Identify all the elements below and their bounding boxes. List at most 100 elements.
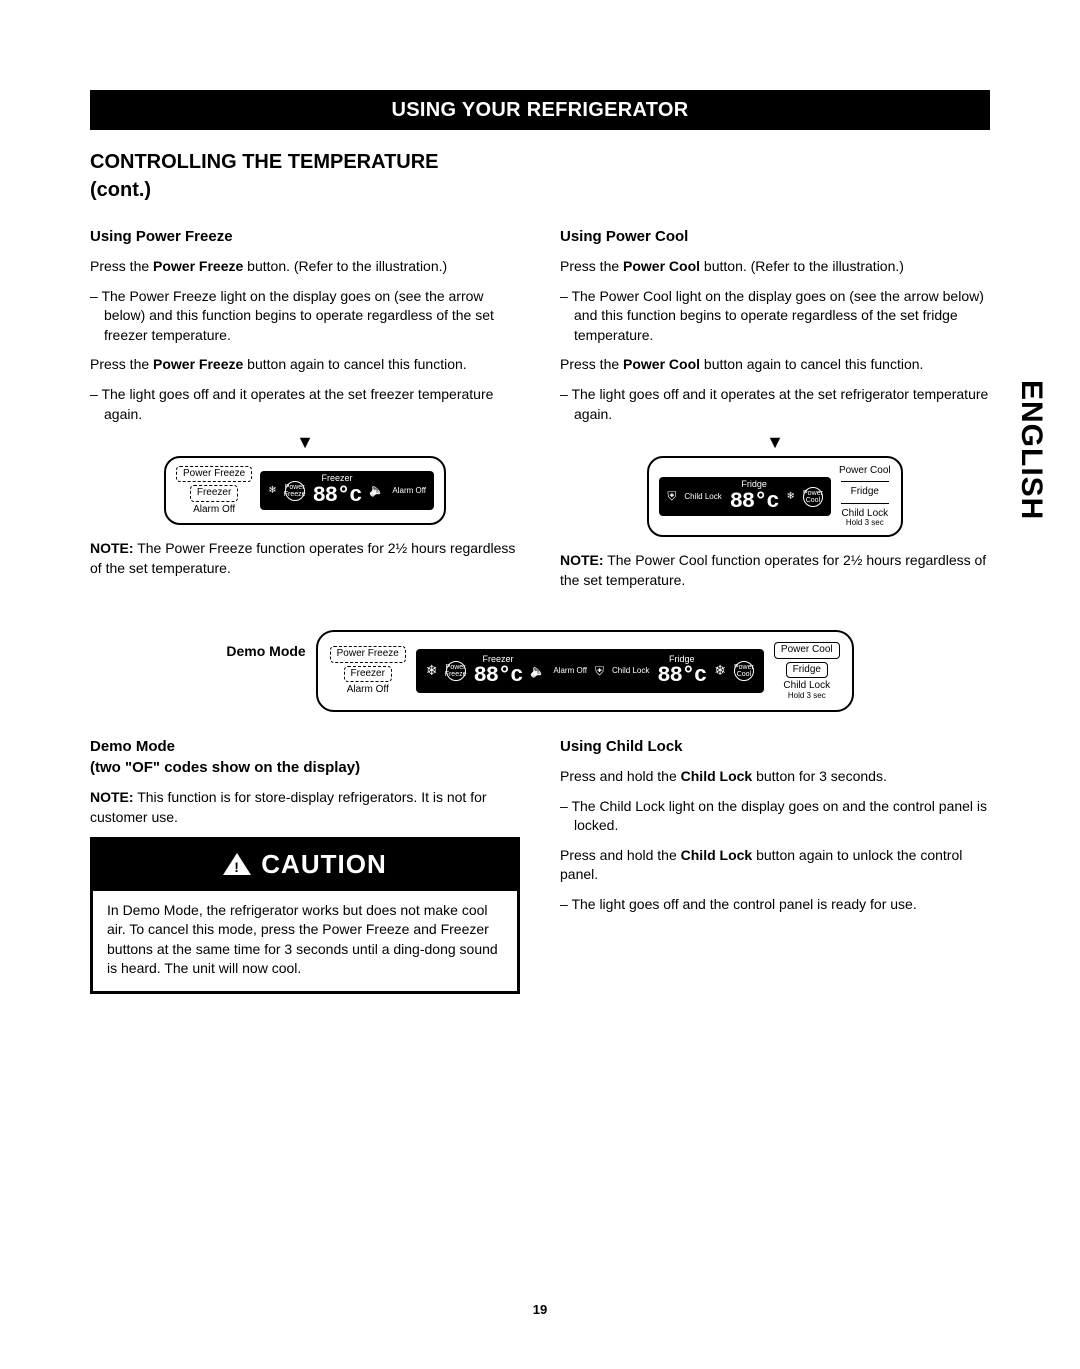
child-lock-p2: Press and hold the Child Lock button aga… [560,846,990,885]
power-cool-p2: Press the Power Cool button again to can… [560,355,990,375]
text: Press the [90,258,153,274]
freeze-panel-display: Power Freeze Freezer 88°c Alarm Off [260,471,434,510]
note-body: This function is for store-display refri… [90,789,487,825]
snowflake-icon [787,490,795,504]
section-banner: USING YOUR REFRIGERATOR [90,90,990,130]
note-body: The Power Freeze function operates for 2… [90,540,515,576]
text-bold: Power Freeze [153,356,243,372]
panel-btn-freezer: Freezer [344,666,392,683]
snowflake-icon [714,661,726,681]
main-heading: CONTROLLING THE TEMPERATURE (cont.) [90,148,990,204]
seven-segment: 88°c [313,484,362,507]
language-tab: ENGLISH [1010,380,1052,520]
page-number: 19 [0,1301,1080,1319]
text: button. (Refer to the illustration.) [243,258,447,274]
seven-segment: 88°c [474,664,523,687]
main-heading-line1: CONTROLLING THE TEMPERATURE [90,151,439,173]
text: Press the [560,356,623,372]
caution-title: CAUTION [261,846,386,882]
text: Press the [90,356,153,372]
arrow-down-icon: ▼ [296,432,314,452]
text: Demo Mode [90,738,175,755]
panel-btn-fridge: Fridge [851,487,879,498]
demo-panel-illustration: Power Freeze Freezer Alarm Off Power Fre… [316,630,854,712]
text: Press the [560,258,623,274]
note-label: NOTE: [560,552,604,568]
snowflake-icon [268,484,276,498]
text-bold: Power Freeze [153,258,243,274]
caution-header: CAUTION [93,840,517,890]
power-cool-badge: Power Cool [734,661,754,681]
text-bold: Power Cool [623,258,700,274]
display-label-child-lock: Child Lock [612,667,649,675]
cool-panel-illustration: Child Lock Fridge 88°c Power Cool Power … [647,456,902,538]
power-freeze-b2: The light goes off and it operates at th… [90,385,520,424]
power-cool-badge: Power Cool [803,487,823,507]
main-heading-line2: (cont.) [90,179,151,201]
display-label-child-lock: Child Lock [684,493,721,501]
display-label-alarm-off: Alarm Off [392,487,426,495]
child-lock-b1: The Child Lock light on the display goes… [560,797,990,836]
panel-btn-child-lock-sub: Hold 3 sec [846,519,884,527]
text-bold: Power Cool [623,356,700,372]
panel-label-alarm-off: Alarm Off [347,685,389,696]
text: button again to cancel this function. [243,356,466,372]
text: (two "OF" codes show on the display) [90,759,360,776]
child-lock-b2: The light goes off and the control panel… [560,895,990,915]
power-cool-heading: Using Power Cool [560,226,990,247]
demo-mode-heading: Demo Mode (two "OF" codes show on the di… [90,736,520,778]
cool-panel-display: Child Lock Fridge 88°c Power Cool [659,477,831,516]
speaker-icon [530,661,545,681]
speaker-icon [369,482,384,499]
arrow-down-icon: ▼ [766,432,784,452]
text: button again to cancel this function. [700,356,923,372]
seven-segment: 88°c [730,490,779,513]
panel-btn-power-cool: Power Cool [839,466,891,477]
power-cool-b1: The Power Cool light on the display goes… [560,287,990,346]
col-power-cool: Using Power Cool Press the Power Cool bu… [560,218,990,600]
note-label: NOTE: [90,789,134,805]
power-freeze-b1: The Power Freeze light on the display go… [90,287,520,346]
text: Press and hold the [560,768,681,784]
columns-freeze-cool: Using Power Freeze Press the Power Freez… [90,218,990,600]
power-freeze-note: NOTE: The Power Freeze function operates… [90,539,520,578]
seven-segment: 88°c [657,664,706,687]
lock-icon [595,661,604,681]
caution-body: In Demo Mode, the refrigerator works but… [93,891,517,991]
text: Press and hold the [560,847,681,863]
col-child-lock: Using Child Lock Press and hold the Chil… [560,728,990,1004]
warning-triangle-icon [223,853,251,875]
power-freeze-badge: Power Freeze [446,661,466,681]
child-lock-p1: Press and hold the Child Lock button for… [560,767,990,787]
demo-panel-wrap: Demo Mode Power Freeze Freezer Alarm Off… [90,630,990,712]
demo-mode-note: NOTE: This function is for store-display… [90,788,520,827]
power-cool-note: NOTE: The Power Cool function operates f… [560,551,990,590]
power-cool-p1: Press the Power Cool button. (Refer to t… [560,257,990,277]
columns-demo-childlock: Demo Mode (two "OF" codes show on the di… [90,728,990,1004]
demo-panel-display: Power Freeze Freezer 88°c Alarm Off Chil… [416,649,764,694]
panel-label-alarm-off: Alarm Off [193,505,235,516]
power-freeze-badge: Power Freeze [285,481,305,501]
snowflake-icon [426,661,438,681]
text: button. (Refer to the illustration.) [700,258,904,274]
note-label: NOTE: [90,540,134,556]
col-demo-mode: Demo Mode (two "OF" codes show on the di… [90,728,520,1004]
caution-box: CAUTION In Demo Mode, the refrigerator w… [90,837,520,994]
col-power-freeze: Using Power Freeze Press the Power Freez… [90,218,520,600]
panel-btn-fridge: Fridge [786,662,828,679]
power-cool-b2: The light goes off and it operates at th… [560,385,990,424]
display-label-alarm-off: Alarm Off [553,667,587,675]
freeze-panel-illustration: Power Freeze Freezer Alarm Off Power Fre… [164,456,446,526]
panel-btn-freezer: Freezer [190,485,238,502]
page: ENGLISH USING YOUR REFRIGERATOR CONTROLL… [0,0,1080,1369]
power-freeze-p1: Press the Power Freeze button. (Refer to… [90,257,520,277]
panel-btn-power-cool: Power Cool [774,642,840,659]
text: button for 3 seconds. [752,768,887,784]
lock-icon [667,488,676,505]
text-bold: Child Lock [681,847,753,863]
panel-btn-power-freeze: Power Freeze [176,466,252,483]
panel-btn-power-freeze: Power Freeze [330,646,406,663]
panel-btn-child-lock-sub: Hold 3 sec [788,692,826,700]
power-freeze-p2: Press the Power Freeze button again to c… [90,355,520,375]
demo-mode-label: Demo Mode [226,643,305,659]
